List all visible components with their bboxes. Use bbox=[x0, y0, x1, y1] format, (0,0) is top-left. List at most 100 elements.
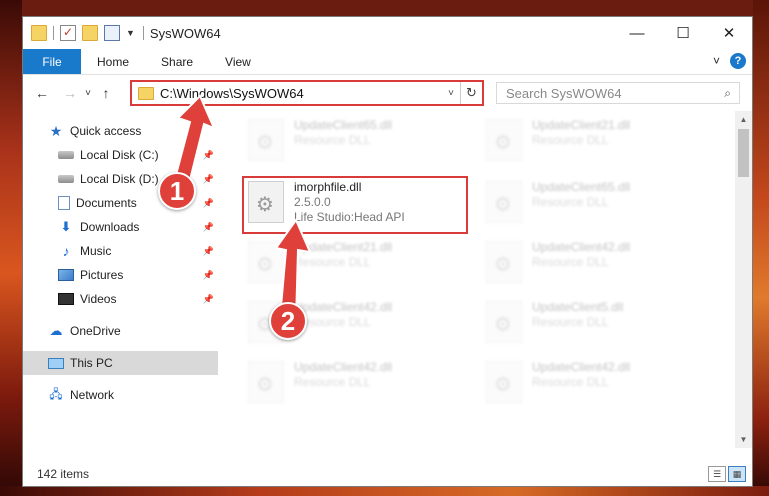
forward-button[interactable]: → bbox=[59, 85, 81, 101]
window-controls: — ☐ ✕ bbox=[614, 17, 752, 49]
sidebar-item-label: Local Disk (D:) bbox=[80, 172, 159, 186]
sidebar-item-label: Music bbox=[80, 244, 112, 258]
file-list: UpdateClient65.dll Resource DLL imorphfi… bbox=[218, 111, 752, 448]
file-item[interactable]: UpdateClient42.dll Resource DLL bbox=[486, 237, 716, 291]
sidebar-item-pictures[interactable]: Pictures 📌 bbox=[23, 263, 218, 287]
videos-icon bbox=[58, 293, 74, 305]
star-icon: ★ bbox=[49, 122, 63, 139]
file-type: Resource DLL bbox=[294, 315, 371, 329]
tiles-view-icon[interactable]: ▦ bbox=[728, 466, 746, 482]
sidebar-item-local-disk-c[interactable]: Local Disk (C:) 📌 bbox=[23, 143, 218, 167]
this-pc-icon bbox=[48, 357, 64, 369]
scroll-thumb[interactable] bbox=[738, 129, 749, 177]
sidebar-item-music[interactable]: ♪ Music 📌 bbox=[23, 239, 218, 263]
file-item[interactable]: UpdateClient5.dll Resource DLL bbox=[486, 297, 716, 351]
desktop-wallpaper-bottom bbox=[0, 486, 769, 496]
details-view-icon[interactable]: ☰ bbox=[708, 466, 726, 482]
sidebar-item-this-pc[interactable]: This PC bbox=[23, 351, 218, 375]
pin-icon[interactable]: 📌 bbox=[203, 294, 214, 305]
documents-icon bbox=[58, 196, 70, 210]
sidebar-item-label: OneDrive bbox=[70, 324, 121, 338]
vertical-scrollbar[interactable]: ▲ ▼ bbox=[735, 111, 752, 448]
search-placeholder: Search SysWOW64 bbox=[506, 85, 622, 101]
item-count: 142 items bbox=[37, 467, 90, 481]
back-button[interactable]: ← bbox=[31, 85, 53, 101]
address-bar[interactable]: C:\Windows\SysWOW64 ˅ ↻ bbox=[130, 80, 484, 106]
sidebar-item-videos[interactable]: Videos 📌 bbox=[23, 287, 218, 311]
scroll-down-icon[interactable]: ▼ bbox=[735, 431, 752, 448]
ribbon-right-controls: ˅ ? bbox=[713, 53, 746, 69]
refresh-button[interactable]: ↻ bbox=[460, 82, 482, 104]
sidebar-item-label: Local Disk (C:) bbox=[80, 148, 159, 162]
file-item[interactable]: UpdateClient65.dll Resource DLL bbox=[248, 115, 478, 169]
step-2-badge: 2 bbox=[269, 302, 307, 340]
status-bar: 142 items ☰ ▦ bbox=[23, 462, 752, 486]
desktop-wallpaper-left bbox=[0, 0, 22, 496]
pin-icon[interactable]: 📌 bbox=[203, 150, 214, 161]
file-name: UpdateClient21.dll bbox=[532, 118, 631, 132]
file-item[interactable]: UpdateClient65.dll Resource DLL bbox=[486, 177, 716, 231]
file-item[interactable]: UpdateClient21.dll Resource DLL bbox=[248, 237, 478, 291]
address-path[interactable]: C:\Windows\SysWOW64 bbox=[160, 86, 442, 101]
customize-icon[interactable] bbox=[104, 25, 120, 41]
navigation-bar: ← → ˅ ↑ C:\Windows\SysWOW64 ˅ ↻ Search S… bbox=[23, 75, 752, 111]
file-name: UpdateClient65.dll bbox=[532, 180, 631, 194]
file-item[interactable]: UpdateClient21.dll Resource DLL bbox=[486, 115, 716, 169]
minimize-button[interactable]: — bbox=[614, 17, 660, 49]
quick-access-dropdown-icon[interactable]: ▼ bbox=[126, 28, 135, 38]
file-type: Resource DLL bbox=[294, 375, 371, 389]
step-1-badge: 1 bbox=[158, 172, 196, 210]
divider bbox=[53, 26, 54, 40]
file-name: UpdateClient42.dll bbox=[532, 240, 631, 254]
sidebar-item-onedrive[interactable]: ☁ OneDrive bbox=[23, 319, 218, 343]
view-toggle: ☰ ▦ bbox=[708, 466, 746, 482]
scroll-up-icon[interactable]: ▲ bbox=[735, 111, 752, 128]
pin-icon[interactable]: 📌 bbox=[203, 270, 214, 281]
pin-icon[interactable]: 📌 bbox=[203, 222, 214, 233]
tab-home[interactable]: Home bbox=[81, 49, 145, 74]
pin-icon[interactable]: 📌 bbox=[203, 198, 214, 209]
folder-icon bbox=[31, 25, 47, 41]
sidebar-item-label: Documents bbox=[76, 196, 137, 210]
sidebar-item-label: Quick access bbox=[70, 124, 142, 138]
sidebar-item-label: This PC bbox=[70, 356, 113, 370]
ribbon-tabs: File Home Share View ˅ ? bbox=[23, 49, 752, 75]
recent-locations-button[interactable]: ˅ bbox=[81, 88, 95, 99]
pin-icon[interactable]: 📌 bbox=[203, 174, 214, 185]
expand-ribbon-icon[interactable]: ˅ bbox=[713, 54, 720, 68]
sidebar-item-downloads[interactable]: ⬇ Downloads 📌 bbox=[23, 215, 218, 239]
dll-file-icon bbox=[248, 361, 284, 403]
close-button[interactable]: ✕ bbox=[706, 17, 752, 49]
file-type: Resource DLL bbox=[294, 255, 371, 269]
sidebar-item-quick-access[interactable]: ★ Quick access bbox=[23, 119, 218, 143]
search-input[interactable]: Search SysWOW64 ⌕ bbox=[496, 82, 740, 104]
file-name: UpdateClient42.dll bbox=[532, 360, 631, 374]
sidebar-item-network[interactable]: 🖧 Network bbox=[23, 383, 218, 407]
file-type: Resource DLL bbox=[532, 255, 609, 269]
title-bar: ▼ SysWOW64 — ☐ ✕ bbox=[23, 17, 752, 49]
sidebar-item-label: Videos bbox=[80, 292, 117, 306]
tab-view[interactable]: View bbox=[209, 49, 267, 74]
address-dropdown-icon[interactable]: ˅ bbox=[442, 88, 460, 99]
window-title: SysWOW64 bbox=[149, 25, 221, 41]
help-icon[interactable]: ? bbox=[730, 53, 746, 69]
sidebar-item-label: Network bbox=[70, 388, 115, 402]
dll-file-icon bbox=[486, 361, 522, 403]
properties-check-icon[interactable] bbox=[60, 25, 76, 41]
tab-share[interactable]: Share bbox=[145, 49, 209, 74]
explorer-window: ▼ SysWOW64 — ☐ ✕ File Home Share View ˅ … bbox=[22, 16, 753, 487]
up-button[interactable]: ↑ bbox=[95, 85, 117, 101]
tab-file[interactable]: File bbox=[23, 49, 81, 74]
dll-file-icon bbox=[248, 119, 284, 161]
file-name: UpdateClient5.dll bbox=[532, 300, 624, 314]
pin-icon[interactable]: 📌 bbox=[203, 246, 214, 257]
maximize-button[interactable]: ☐ bbox=[660, 17, 706, 49]
navigation-pane: ★ Quick access Local Disk (C:) 📌 Local D… bbox=[23, 111, 218, 448]
downloads-icon: ⬇ bbox=[60, 219, 72, 234]
new-folder-icon[interactable] bbox=[82, 25, 98, 41]
disk-icon bbox=[58, 151, 74, 159]
disk-icon bbox=[58, 175, 74, 183]
file-item[interactable]: UpdateClient42.dll Resource DLL bbox=[248, 357, 478, 411]
search-icon: ⌕ bbox=[724, 86, 731, 100]
file-item[interactable]: UpdateClient42.dll Resource DLL bbox=[486, 357, 716, 411]
